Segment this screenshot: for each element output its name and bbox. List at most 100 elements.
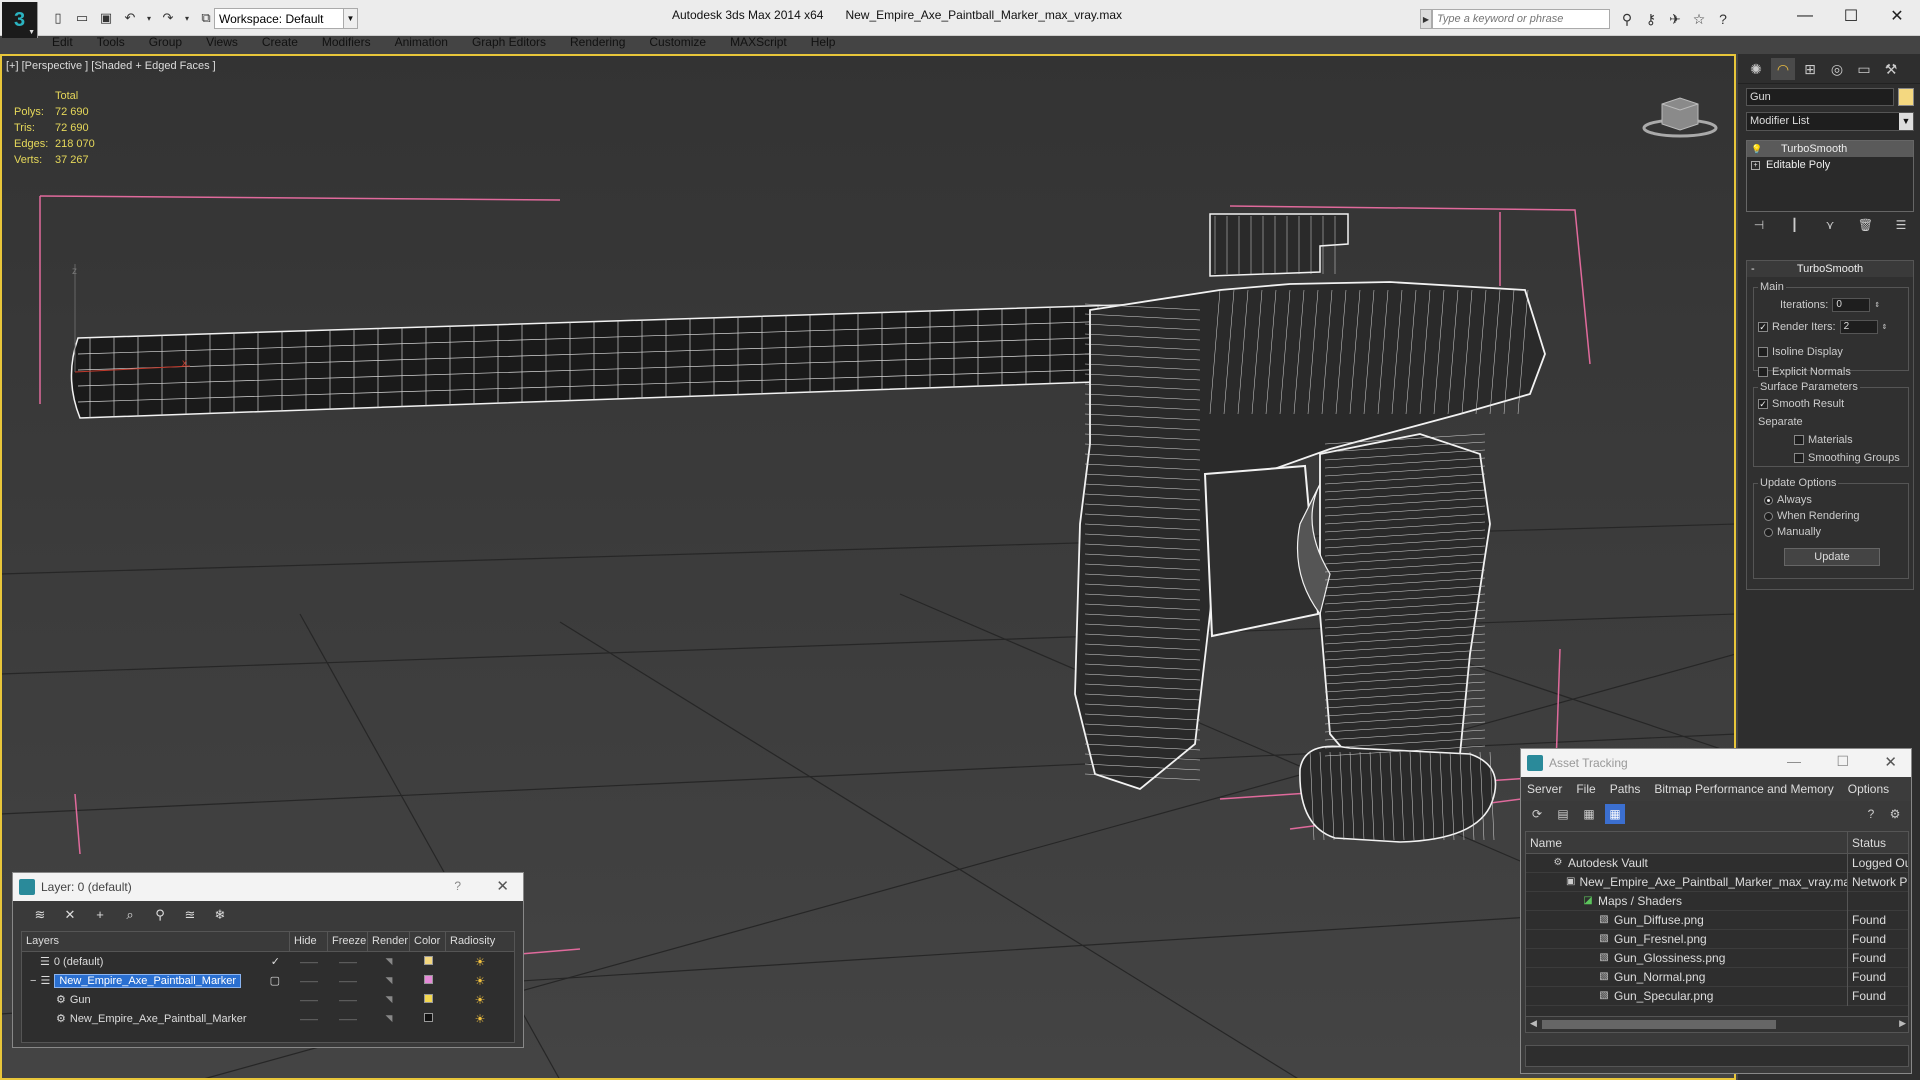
modifier-list-dropdown[interactable]: Modifier List ▼	[1746, 112, 1914, 131]
delete-layer-icon[interactable]: ✕	[59, 905, 81, 925]
update-button[interactable]: Update	[1784, 548, 1880, 566]
column-status[interactable]: Status	[1848, 832, 1908, 853]
menu-modifiers[interactable]: Modifiers	[310, 33, 383, 53]
layer-row[interactable]: − ☰ New_Empire_Axe_Paintball_Marker ▢ —— ——…	[22, 971, 514, 990]
active-layer-check-icon[interactable]: ✓	[271, 955, 280, 968]
active-layer-box-icon[interactable]: ▢	[270, 974, 280, 987]
hide-all-layers-icon[interactable]: ≊	[179, 905, 201, 925]
new-layer-icon[interactable]: ≋	[29, 905, 51, 925]
pin-stack-icon[interactable]: ⊣	[1750, 218, 1768, 236]
communication-icon[interactable]: ✈	[1666, 10, 1684, 28]
menu-maxscript[interactable]: MAXScript	[718, 33, 799, 53]
render-teapot-icon[interactable]: ◥	[368, 994, 410, 1005]
motion-tab-icon[interactable]: ◎	[1825, 58, 1849, 80]
make-unique-icon[interactable]: ⋎	[1821, 218, 1839, 236]
list-view-icon[interactable]: ▤	[1553, 804, 1573, 824]
radiosity-icon[interactable]: ☀	[446, 993, 514, 1007]
asset-row[interactable]: ⚙ Autodesk Vault Logged Ou	[1526, 853, 1908, 873]
help-icon[interactable]: ?	[1714, 10, 1732, 28]
layer-row[interactable]: ⚙ Gun —— —— ◥ ☀	[22, 990, 514, 1009]
remove-modifier-icon[interactable]: 🗑	[1857, 218, 1875, 236]
object-color-swatch[interactable]	[1898, 88, 1914, 106]
minimize-icon[interactable]: —	[1787, 753, 1801, 769]
hide-toggle[interactable]: ——	[290, 976, 328, 986]
display-tab-icon[interactable]: ▭	[1852, 58, 1876, 80]
render-iters-checkbox[interactable]: ✓	[1758, 322, 1768, 332]
configure-sets-icon[interactable]: ☰	[1892, 218, 1910, 236]
menu-views[interactable]: Views	[194, 33, 250, 53]
close-icon[interactable]: ✕	[1874, 0, 1920, 32]
render-teapot-icon[interactable]: ◥	[368, 956, 410, 967]
stack-item-turbosmooth[interactable]: 💡 TurboSmooth	[1747, 141, 1913, 157]
always-radio[interactable]	[1764, 495, 1773, 505]
close-icon[interactable]: ✕	[1884, 753, 1897, 771]
layer-row[interactable]: ⚙ New_Empire_Axe_Paintball_Marker —— —— ◥…	[22, 1009, 514, 1028]
render-teapot-icon[interactable]: ◥	[368, 975, 410, 986]
column-layers[interactable]: Layers	[22, 932, 290, 951]
rollout-header[interactable]: - TurboSmooth	[1747, 261, 1913, 277]
column-render[interactable]: Render	[368, 932, 410, 951]
layer-row[interactable]: ☰ 0 (default) ✓ —— —— ◥ ☀	[22, 952, 514, 971]
redo-dropdown-icon[interactable]: ▾	[182, 8, 192, 28]
hierarchy-tab-icon[interactable]: ⊞	[1798, 58, 1822, 80]
menu-tools[interactable]: Tools	[85, 33, 137, 53]
scroll-right-icon[interactable]: ▶	[1899, 1018, 1906, 1029]
hide-toggle[interactable]: ——	[290, 957, 328, 967]
layer-dialog-titlebar[interactable]: Layer: 0 (default) ? ✕	[13, 873, 523, 901]
favorites-star-icon[interactable]: ☆	[1690, 10, 1708, 28]
create-tab-icon[interactable]: ✺	[1744, 58, 1768, 80]
materials-checkbox[interactable]	[1794, 435, 1804, 445]
subscription-icon[interactable]: ⚷	[1642, 10, 1660, 28]
object-name-input[interactable]	[1746, 88, 1894, 106]
column-name[interactable]: Name	[1526, 832, 1848, 853]
highlight-selected-icon[interactable]: ⚲	[149, 905, 171, 925]
freeze-toggle[interactable]: ——	[328, 957, 368, 967]
menu-graph-editors[interactable]: Graph Editors	[460, 33, 558, 53]
close-icon[interactable]: ✕	[496, 877, 509, 895]
asset-settings-icon[interactable]: ⚙	[1885, 804, 1905, 824]
viewport-label[interactable]: [+] [Perspective ] [Shaded + Edged Faces…	[6, 60, 216, 72]
asset-dialog-titlebar[interactable]: Asset Tracking — ☐ ✕	[1521, 749, 1911, 777]
show-end-result-icon[interactable]: ┃	[1786, 218, 1804, 236]
smooth-result-checkbox[interactable]: ✓	[1758, 399, 1768, 409]
modify-tab-icon[interactable]: ◠	[1771, 58, 1795, 80]
render-iters-spinner[interactable]: 2	[1839, 320, 1878, 334]
manually-radio[interactable]	[1764, 527, 1773, 537]
binoculars-icon[interactable]: ⚲	[1618, 10, 1636, 28]
redo-icon[interactable]: ↷	[158, 8, 178, 28]
menu-group[interactable]: Group	[137, 33, 194, 53]
menu-customize[interactable]: Customize	[637, 33, 718, 53]
column-radiosity[interactable]: Radiosity	[446, 932, 514, 951]
asset-menu-options[interactable]: Options	[1848, 782, 1889, 796]
workspace-dropdown[interactable]: Workspace: Default ▼	[214, 8, 358, 29]
scroll-left-icon[interactable]: ◀	[1530, 1018, 1537, 1029]
lightbulb-icon[interactable]: 💡	[1751, 144, 1762, 155]
viewcube-icon[interactable]	[1640, 90, 1720, 140]
expand-plus-icon[interactable]: +	[1751, 160, 1760, 170]
maximize-icon[interactable]: ☐	[1828, 0, 1874, 32]
isoline-checkbox[interactable]	[1758, 347, 1768, 357]
project-folder-icon[interactable]: ⧉	[196, 8, 216, 28]
asset-row[interactable]: ▧ Gun_Glossiness.png Found	[1526, 948, 1908, 968]
scrollbar-thumb[interactable]	[1542, 1020, 1776, 1029]
undo-dropdown-icon[interactable]: ▾	[144, 8, 154, 28]
spinner-arrows-icon[interactable]: ⇕	[1874, 301, 1880, 309]
menu-animation[interactable]: Animation	[383, 33, 460, 53]
search-expand-icon[interactable]: ▶	[1420, 9, 1432, 29]
menu-help[interactable]: Help	[799, 33, 848, 53]
freeze-toggle[interactable]: ——	[328, 976, 368, 986]
hide-toggle[interactable]: ——	[290, 1014, 328, 1024]
horizontal-scrollbar[interactable]: ◀ ▶	[1526, 1016, 1908, 1032]
smoothing-groups-checkbox[interactable]	[1794, 453, 1804, 463]
open-file-icon[interactable]: ▭	[72, 8, 92, 28]
minimize-icon[interactable]: —	[1782, 0, 1828, 32]
freeze-all-layers-icon[interactable]: ❄	[209, 905, 231, 925]
layer-color-swatch[interactable]	[423, 994, 433, 1003]
render-teapot-icon[interactable]: ◥	[368, 1013, 410, 1024]
freeze-toggle[interactable]: ——	[328, 1014, 368, 1024]
asset-row[interactable]: ▣ New_Empire_Axe_Paintball_Marker_max_vra…	[1526, 872, 1908, 892]
menu-edit[interactable]: Edit	[40, 33, 85, 53]
collapse-icon[interactable]: −	[30, 975, 36, 987]
help-icon[interactable]: ?	[454, 879, 461, 893]
utilities-tab-icon[interactable]: ⚒	[1879, 58, 1903, 80]
